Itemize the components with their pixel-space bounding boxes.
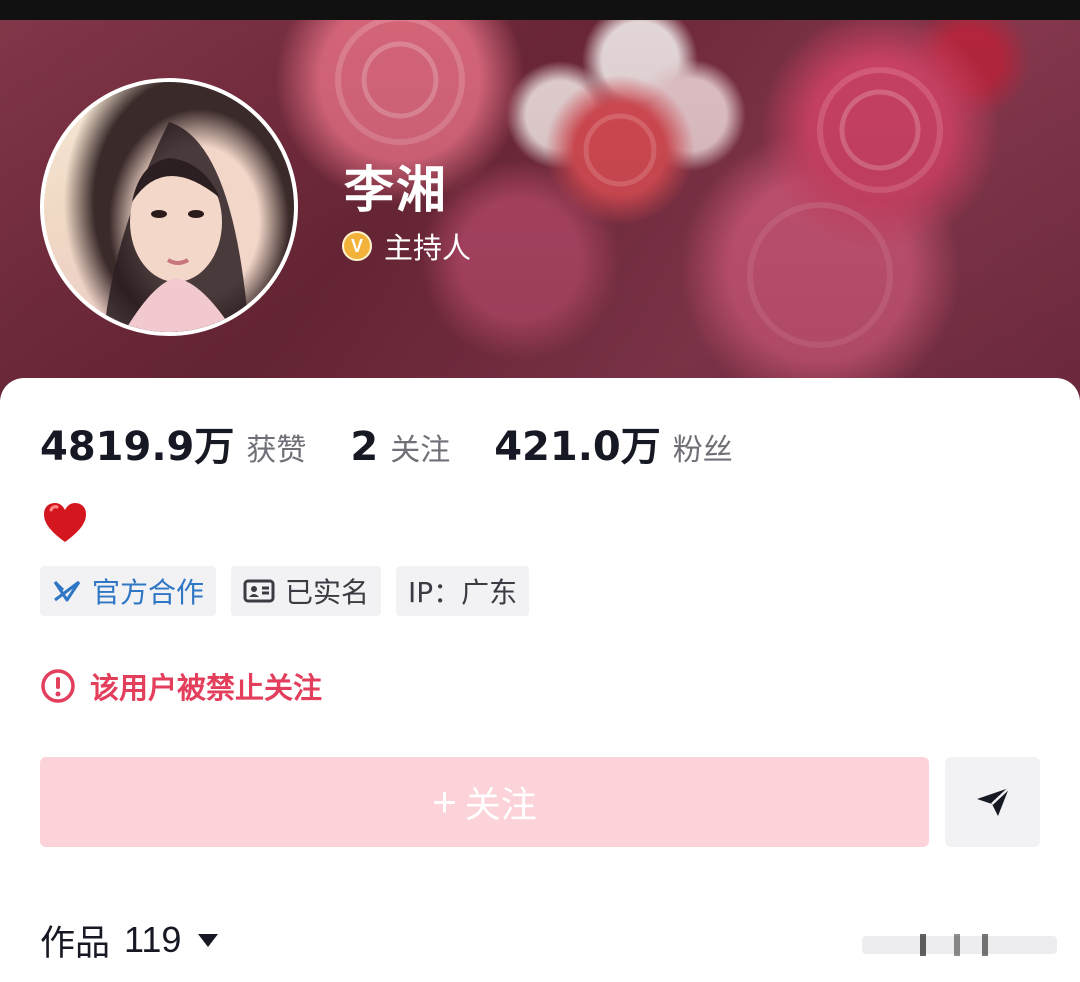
role-label: 主持人	[384, 231, 472, 265]
avatar-portrait	[104, 122, 249, 332]
works-count: 119	[124, 919, 182, 960]
watermark-blur	[862, 932, 1057, 958]
follow-button[interactable]: + 关注	[40, 757, 929, 847]
send-message-button[interactable]	[945, 757, 1040, 847]
tag-label: 官方合作	[92, 576, 205, 609]
official-cooperation-icon	[52, 578, 82, 604]
warning-text: 该用户被禁止关注	[90, 671, 323, 705]
profile-stats: 4819.9万 获赞 2 关注 421.0万 粉丝	[40, 414, 733, 474]
alert-circle-icon	[40, 668, 76, 704]
status-bar	[0, 0, 1080, 20]
profile-role: V 主持人	[342, 226, 471, 266]
tag-official-cooperation[interactable]: 官方合作	[40, 566, 217, 616]
avatar[interactable]	[40, 78, 298, 336]
followers-label[interactable]: 粉丝	[673, 425, 733, 469]
tag-ip-location: IP：广东	[396, 566, 530, 616]
caret-down-icon[interactable]	[197, 932, 219, 948]
follow-banned-notice: 该用户被禁止关注	[40, 664, 322, 708]
plus-icon: +	[432, 778, 457, 825]
tag-label: IP：广东	[408, 576, 518, 609]
tag-label: 已实名	[285, 576, 370, 609]
works-tab[interactable]: 作品 119	[40, 915, 219, 965]
profile-tags: 官方合作 已实名 IP：广东	[40, 566, 544, 616]
likes-label: 获赞	[246, 433, 307, 468]
profile-name: 李湘	[344, 161, 448, 219]
send-icon	[976, 787, 1010, 816]
id-card-icon	[243, 578, 275, 604]
follow-button-label: 关注	[464, 784, 537, 825]
verified-badge-icon: V	[342, 231, 372, 261]
heart-emoji-icon	[40, 498, 90, 548]
tag-real-name[interactable]: 已实名	[231, 566, 382, 616]
followers-count[interactable]: 421.0万	[494, 414, 661, 472]
works-label: 作品	[40, 923, 111, 964]
likes-count: 4819.9万	[40, 424, 235, 470]
following-count[interactable]: 2	[350, 424, 378, 470]
following-label[interactable]: 关注	[390, 425, 450, 469]
